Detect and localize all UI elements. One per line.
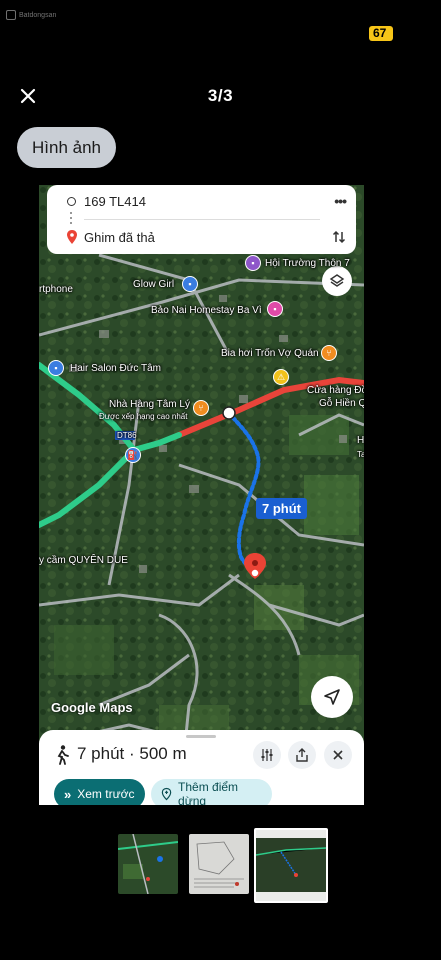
battery-badge: 67 bbox=[369, 26, 393, 41]
route-destination-row[interactable]: Ghim đã thả bbox=[47, 225, 356, 249]
pin-icon bbox=[67, 230, 77, 244]
route-options-button[interactable] bbox=[253, 741, 281, 769]
drag-handle[interactable] bbox=[186, 735, 216, 738]
more-options-icon[interactable]: ••• bbox=[334, 193, 347, 209]
share-button[interactable] bbox=[288, 741, 316, 769]
layers-button[interactable] bbox=[322, 266, 352, 296]
thumbnail-document-image bbox=[189, 834, 249, 894]
route-dots bbox=[70, 212, 73, 224]
route-divider bbox=[84, 219, 320, 220]
navigation-arrow-icon bbox=[324, 689, 340, 705]
swap-icon[interactable] bbox=[332, 230, 346, 244]
share-icon bbox=[296, 748, 308, 762]
poi-nha-hang-icon[interactable]: ⑂ bbox=[193, 400, 209, 416]
add-location-icon bbox=[161, 787, 172, 801]
poi-salon-icon[interactable]: ▪ bbox=[48, 360, 64, 376]
sliders-icon bbox=[261, 749, 273, 761]
poi-fuel-icon[interactable]: ⛽ bbox=[125, 447, 141, 463]
label-road-dt86: DT86 bbox=[117, 431, 137, 440]
poi-shop-icon[interactable]: ▪ bbox=[182, 276, 198, 292]
directions-bottom-sheet[interactable]: 7 phút · 500 m » Xem trước Thêm điểm dừn… bbox=[39, 730, 364, 805]
route-origin-row[interactable]: 169 TL414 ••• bbox=[47, 189, 356, 213]
add-stop-button[interactable]: Thêm điểm dừng bbox=[151, 779, 272, 805]
route-card[interactable]: 169 TL414 ••• Ghim đã thả bbox=[47, 185, 356, 254]
recenter-button[interactable] bbox=[311, 676, 353, 718]
label-nha-hang-sub: Được xếp hạng cao nhất bbox=[99, 412, 188, 421]
thumbnail-document[interactable] bbox=[189, 834, 249, 894]
double-chevron-icon: » bbox=[64, 786, 72, 802]
watermark-text: Batdongsan bbox=[19, 11, 57, 19]
route-origin: 169 TL414 bbox=[84, 193, 146, 209]
filter-chip-images[interactable]: Hình ảnh bbox=[17, 127, 116, 168]
label-glow-girl: Glow Girl bbox=[133, 279, 175, 290]
thumbnail-map-selected-image bbox=[256, 830, 326, 901]
label-smartphone: rtphone bbox=[39, 284, 73, 295]
house-icon bbox=[6, 10, 16, 20]
preview-button[interactable]: » Xem trước bbox=[54, 779, 145, 805]
label-bia-hoi: Bia hơi Trốn Vợ Quán bbox=[221, 348, 319, 359]
label-quyen-due: y cầm QUYÊN DUE bbox=[39, 555, 128, 566]
close-directions-button[interactable] bbox=[324, 741, 352, 769]
thumbnail-map-1[interactable] bbox=[118, 834, 178, 894]
layers-icon bbox=[329, 274, 345, 287]
label-cua-hang-1: Cửa hàng Đồ bbox=[307, 385, 364, 396]
poi-hall-icon[interactable]: ▪ bbox=[245, 255, 261, 271]
walking-icon bbox=[57, 745, 69, 765]
watermark-logo: Batdongsan bbox=[6, 10, 56, 20]
thumbnail-map-2[interactable] bbox=[254, 828, 328, 903]
google-maps-logo: Google Maps bbox=[51, 700, 133, 715]
route-summary: 7 phút · 500 m bbox=[77, 744, 187, 763]
label-bao-nai: Bảo Nai Homestay Ba Vì bbox=[151, 305, 262, 316]
label-edge-ta: Ta bbox=[357, 450, 364, 459]
poi-restaurant-icon[interactable]: ⑂ bbox=[321, 345, 337, 361]
label-hoi-truong: Hội Trường Thôn 7 bbox=[265, 258, 350, 269]
poi-accident-icon[interactable]: ⚠ bbox=[273, 369, 289, 385]
image-counter: 3/3 bbox=[207, 86, 234, 105]
photo-map-screenshot[interactable]: 169 TL414 ••• Ghim đã thả ▪ Hội Trường T… bbox=[39, 185, 364, 805]
label-hair-salon: Hair Salon Đức Tâm bbox=[70, 363, 161, 374]
label-cua-hang-2: Gỗ Hiền Quyên bbox=[319, 398, 364, 409]
origin-circle-icon bbox=[67, 196, 76, 206]
route-destination: Ghim đã thả bbox=[84, 229, 155, 245]
add-stop-button-label: Thêm điểm dừng bbox=[178, 780, 239, 805]
eta-callout: 7 phút bbox=[256, 498, 307, 519]
label-nha-hang: Nhà Hàng Tâm Lý bbox=[109, 399, 190, 410]
preview-button-label: Xem trước bbox=[77, 787, 135, 801]
close-icon bbox=[333, 750, 343, 760]
thumbnail-map-image bbox=[118, 834, 178, 894]
poi-hotel-icon[interactable]: ▪ bbox=[267, 301, 283, 317]
label-edge-h: H bbox=[357, 435, 364, 446]
